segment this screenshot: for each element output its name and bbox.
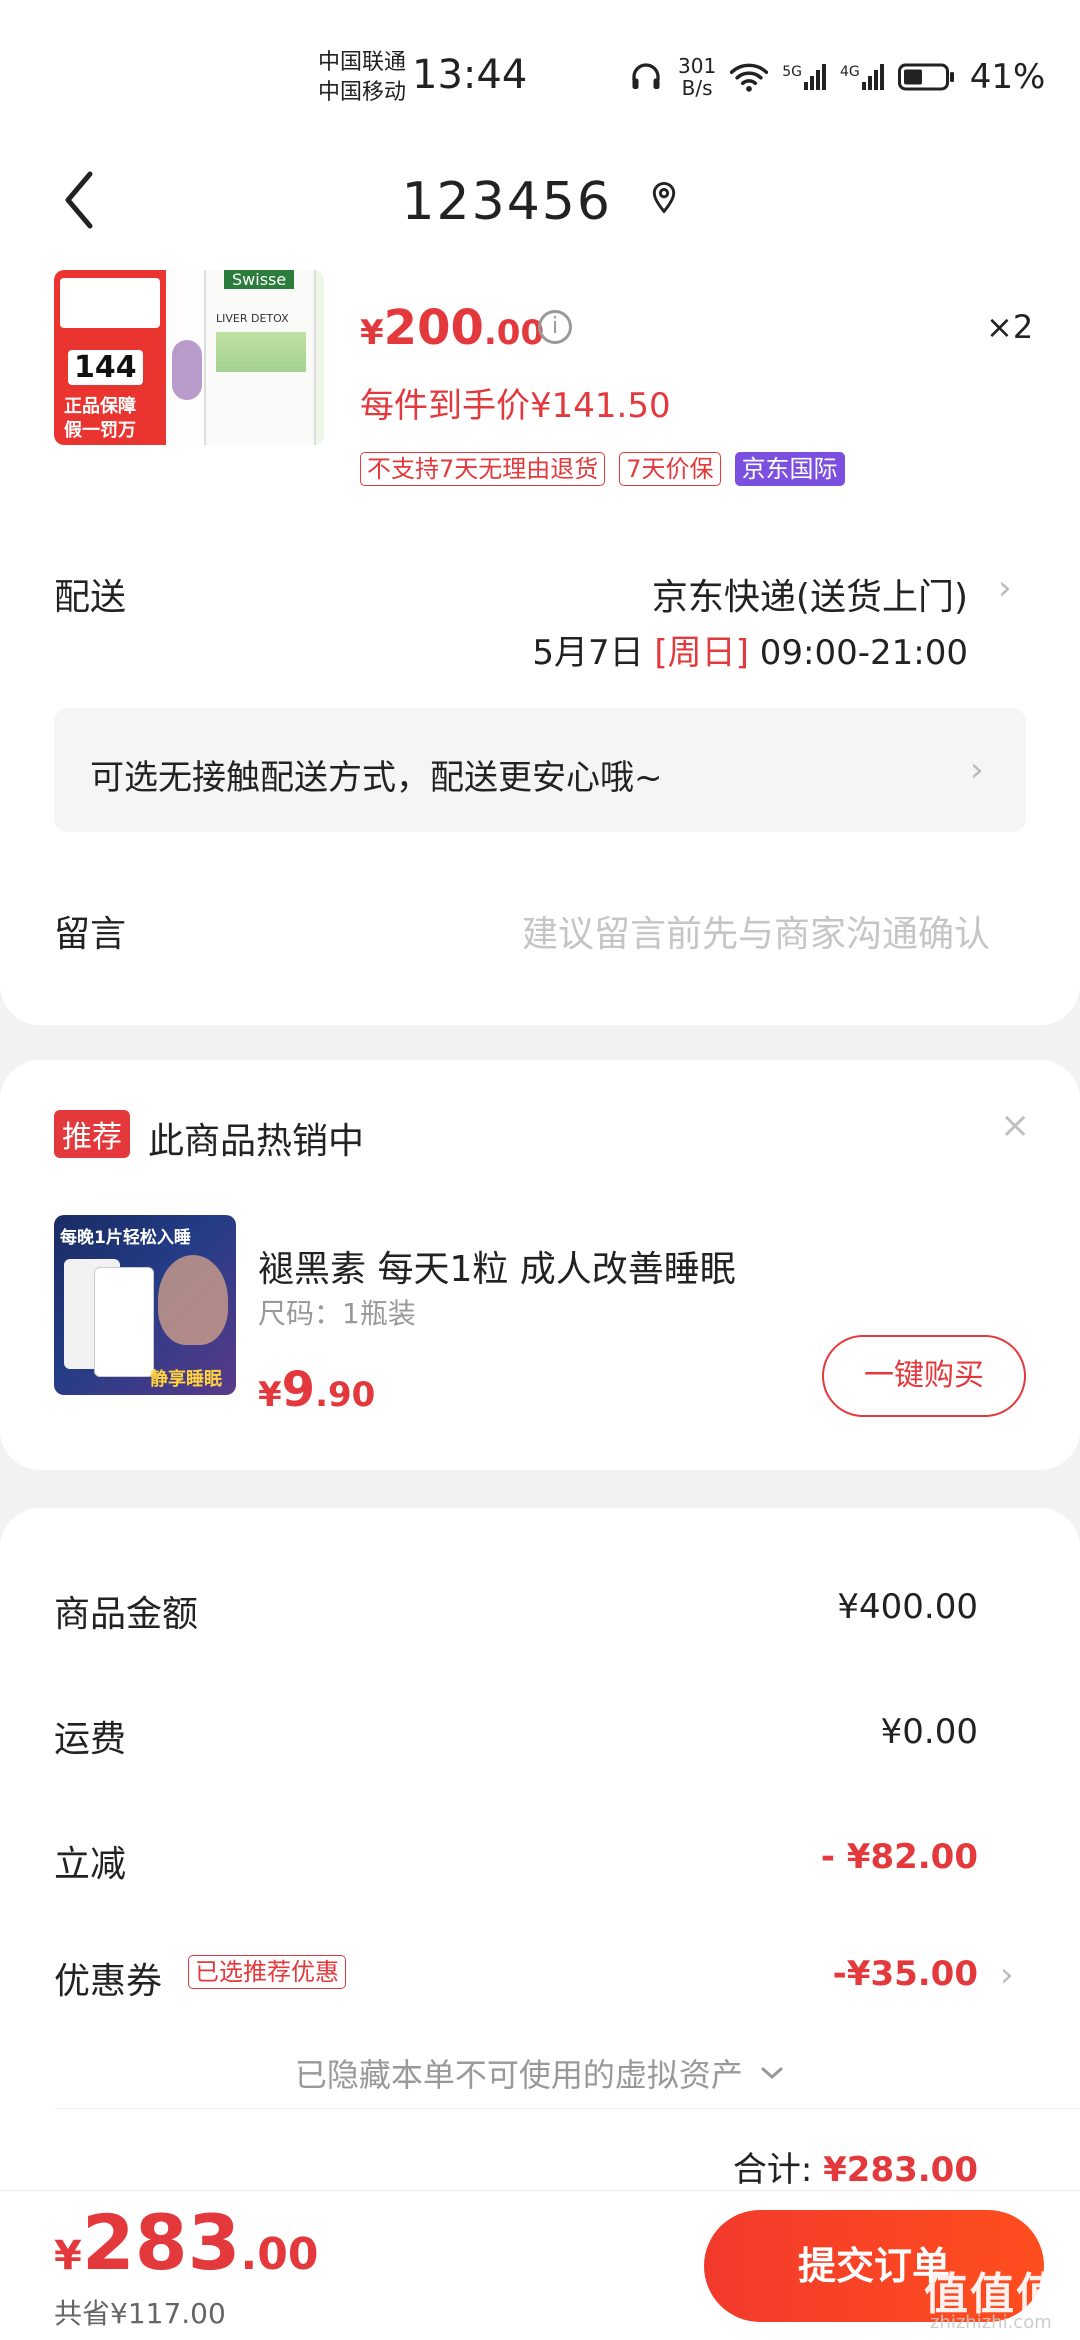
location-pin-icon[interactable]	[649, 181, 679, 215]
coupon-label[interactable]: 优惠券	[54, 1952, 162, 2004]
signal-4g-label: 4G	[839, 64, 860, 80]
signal-5g-label: 5G	[782, 64, 802, 80]
product-bottle-brand: Swisse	[224, 270, 295, 289]
headphones-icon	[632, 63, 660, 89]
shipping-label: 运费	[54, 1719, 127, 1760]
recommend-image-caption-top: 每晚1片轻松入睡	[60, 1228, 191, 1248]
hidden-assets-text: 已隐藏本单不可使用的虚拟资产	[294, 2056, 743, 2094]
delivery-time[interactable]: 5月7日 [周日] 09:00-21:00	[532, 625, 968, 674]
page-title: 123456	[401, 172, 612, 232]
total-value: ¥283.00	[823, 2150, 978, 2190]
total-label: 合计:	[732, 2150, 813, 2190]
unit-price: 每件到手价¥141.50	[360, 386, 671, 426]
delivery-weekday: [周日]	[654, 633, 749, 673]
recommend-price: ¥9.90	[258, 1362, 375, 1418]
product-quantity: ×2	[986, 308, 1034, 346]
recommend-product-image[interactable]: 每晚1片轻松入睡 静享睡眠	[54, 1215, 236, 1395]
chevron-right-icon[interactable]: ›	[970, 750, 984, 790]
bottom-price-decimal: .00	[240, 2229, 319, 2280]
chevron-right-icon[interactable]: ›	[998, 568, 1012, 608]
goods-amount-value: ¥400.00	[837, 1587, 978, 1627]
wifi-icon	[730, 63, 769, 92]
product-image[interactable]: 144 正品保障 假一罚万 Swisse LIVER DETOX	[54, 270, 324, 445]
discount-value: - ¥82.00	[820, 1837, 978, 1877]
carrier-1: 中国联通	[318, 50, 407, 75]
status-icons: 301 B/s 5G 4G 41%	[628, 52, 1045, 102]
price-currency: ¥	[360, 313, 384, 353]
recommend-badge: 推荐	[54, 1110, 130, 1158]
carrier-info: 中国联通 中国移动	[318, 48, 406, 108]
delivery-window: 09:00-21:00	[759, 633, 968, 673]
note-label: 留言	[54, 914, 127, 955]
battery-percent: 41%	[969, 57, 1046, 97]
saved-amount: 共省¥117.00	[54, 2297, 226, 2330]
delivery-date: 5月7日	[532, 633, 644, 673]
bottom-total-price: ¥283.00	[54, 2198, 318, 2287]
product-price: ¥200.00	[360, 300, 544, 356]
signal-4g-icon: 4G	[840, 64, 884, 90]
coupon-value[interactable]: -¥35.00	[833, 1954, 978, 1994]
recommend-price-decimal: .90	[315, 1375, 376, 1415]
coupon-tag: 已选推荐优惠	[188, 1955, 346, 1989]
product-image-badge: 144 正品保障 假一罚万	[54, 270, 166, 445]
product-tags: 不支持7天无理由退货 7天价保 京东国际	[360, 452, 845, 486]
product-image-badge-line2: 假一罚万	[64, 420, 136, 441]
price-integer: 200	[383, 300, 484, 356]
close-icon[interactable]: ×	[1000, 1105, 1030, 1146]
total-line: 合计: ¥283.00	[733, 2142, 978, 2191]
tag-jd-international: 京东国际	[734, 452, 845, 486]
price-decimal: .00	[483, 313, 545, 353]
net-speed-unit: B/s	[681, 76, 713, 100]
watermark-url: zhizhizhi.com	[930, 2312, 1052, 2333]
product-bottle: Swisse LIVER DETOX	[204, 270, 316, 445]
recommend-price-integer: 9	[281, 1362, 316, 1418]
recommend-price-currency: ¥	[258, 1375, 282, 1415]
info-icon[interactable]: i	[538, 310, 572, 344]
note-input[interactable]: 建议留言前先与商家沟通确认	[522, 905, 990, 957]
recommend-product-spec: 尺码：1瓶装	[258, 1297, 416, 1330]
chevron-down-icon	[761, 2067, 783, 2080]
bottom-price-integer: 283	[81, 2198, 241, 2287]
net-speed-value: 301	[678, 54, 717, 78]
shipping-value: ¥0.00	[880, 1712, 978, 1752]
recommend-image-caption-bottom: 静享睡眠	[150, 1369, 222, 1390]
discount-label: 立减	[54, 1844, 127, 1885]
status-time: 13:44	[412, 52, 528, 98]
product-bottle-label: LIVER DETOX	[216, 312, 289, 325]
carrier-2: 中国移动	[318, 80, 407, 105]
recommend-title: 此商品热销中	[148, 1121, 365, 1162]
divider	[54, 2108, 1080, 2109]
hidden-assets-toggle[interactable]: 已隐藏本单不可使用的虚拟资产	[0, 2050, 1080, 2096]
tag-price-protect: 7天价保	[619, 452, 721, 486]
recommend-product-name[interactable]: 褪黑素 每天1粒 成人改善睡眠	[258, 1240, 736, 1292]
signal-5g-icon: 5G	[782, 64, 826, 90]
tag-no-return: 不支持7天无理由退货	[360, 452, 606, 486]
net-speed: 301 B/s	[678, 55, 716, 99]
contactless-text: 可选无接触配送方式，配送更安心哦~	[90, 758, 663, 798]
product-image-badge-line1: 正品保障	[64, 396, 136, 417]
delivery-label: 配送	[54, 577, 127, 618]
one-click-buy-button[interactable]: 一键购买	[822, 1335, 1026, 1417]
product-image-badge-number: 144	[68, 350, 143, 385]
goods-amount-label: 商品金额	[54, 1594, 199, 1635]
nav-title: 123456	[0, 172, 1080, 232]
delivery-method[interactable]: 京东快递(送货上门)	[652, 568, 968, 620]
chevron-right-icon[interactable]: ›	[1000, 1955, 1014, 1995]
battery-icon	[897, 63, 954, 91]
bottom-price-currency: ¥	[54, 2233, 82, 2279]
